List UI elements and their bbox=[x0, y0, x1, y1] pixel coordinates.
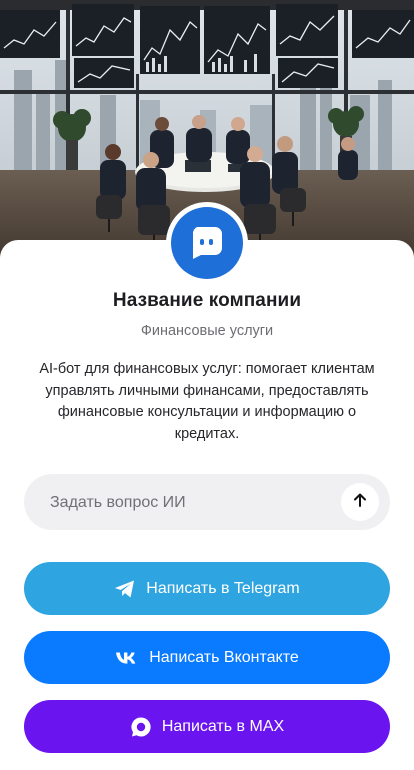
max-button[interactable]: Написать в MAX bbox=[24, 700, 390, 753]
vk-icon bbox=[115, 651, 139, 665]
telegram-button-label: Написать в Telegram bbox=[146, 579, 300, 597]
ask-ai-field bbox=[24, 474, 390, 532]
company-name: Название компании bbox=[112, 290, 302, 311]
send-button[interactable] bbox=[341, 483, 379, 521]
max-button-label: Написать в MAX bbox=[161, 717, 285, 735]
ask-ai-input[interactable] bbox=[48, 474, 332, 532]
chat-bubble-icon bbox=[171, 207, 243, 279]
vk-button[interactable]: Написать Вконтакте bbox=[24, 631, 390, 684]
vk-button-label: Написать Вконтакте bbox=[149, 648, 299, 666]
company-description: AI-бот для финансовых услуг: помогает кл… bbox=[39, 361, 375, 442]
max-icon bbox=[130, 716, 152, 738]
arrow-up-icon bbox=[352, 492, 368, 513]
telegram-button[interactable]: Написать в Telegram bbox=[24, 562, 390, 615]
company-logo bbox=[166, 202, 248, 284]
company-category: Финансовые услуги bbox=[140, 323, 274, 339]
screen: Название компании Финансовые услуги AI-б… bbox=[0, 0, 414, 770]
telegram-icon bbox=[114, 579, 136, 599]
